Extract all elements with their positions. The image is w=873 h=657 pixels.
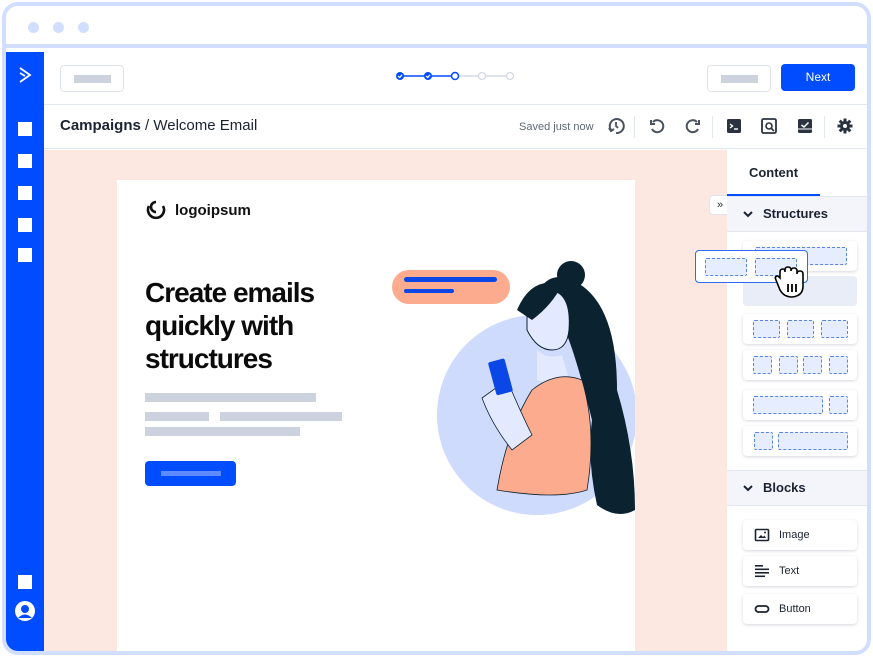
top-toolbar: Next [44, 52, 867, 105]
block-label: Button [779, 603, 811, 615]
button-label-placeholder [74, 75, 111, 83]
woman-with-phone-illustration [392, 261, 635, 515]
image-icon [754, 528, 770, 542]
email-headline[interactable]: Create emails quickly with structures [145, 276, 375, 375]
logo-text: logoipsum [175, 201, 251, 219]
blocks-label: Blocks [763, 480, 806, 495]
sidebar-item-bottom[interactable] [18, 575, 32, 589]
structure-3-column[interactable] [743, 314, 857, 344]
sidebar-item-3[interactable] [18, 186, 32, 200]
text-placeholder-line [145, 427, 300, 436]
step-3-current[interactable] [450, 71, 460, 81]
structure-cell [753, 320, 780, 338]
chevron-down-icon [743, 211, 753, 218]
redo-icon[interactable] [684, 117, 702, 135]
structures-label: Structures [763, 206, 829, 221]
breadcrumb-current: Welcome Email [153, 117, 258, 134]
undo-icon[interactable] [648, 117, 666, 135]
save-status: Saved just now [519, 121, 594, 133]
structure-cell [779, 356, 798, 374]
user-avatar-icon[interactable] [15, 601, 35, 621]
step-1-complete[interactable] [396, 72, 404, 80]
email-preview[interactable]: logoipsum Create emails quickly with str… [117, 180, 635, 651]
window-dot [53, 22, 64, 33]
block-button[interactable]: Button [743, 594, 857, 624]
step-5[interactable] [505, 71, 515, 81]
structure-cell [787, 320, 814, 338]
structure-cell [753, 356, 772, 374]
structure-cell [753, 396, 823, 414]
structure-cell [778, 432, 848, 450]
window-titlebar [6, 6, 867, 48]
cta-label-placeholder [161, 471, 221, 476]
structure-wide-narrow[interactable] [743, 390, 857, 420]
structure-cell [829, 396, 848, 414]
text-placeholder-line [145, 393, 316, 402]
history-icon[interactable] [607, 117, 625, 135]
window-dot [78, 22, 89, 33]
structure-cell [705, 258, 747, 276]
toolbar-divider [712, 116, 713, 138]
sidebar-item-1[interactable] [18, 122, 32, 136]
preview-icon[interactable] [760, 117, 778, 135]
window-dot [28, 22, 39, 33]
structure-narrow-wide[interactable] [743, 426, 857, 456]
text-placeholder-line [220, 412, 342, 421]
progress-stepper [396, 71, 515, 81]
toolbar-divider [824, 116, 825, 138]
email-logo: logoipsum [145, 200, 251, 220]
block-image[interactable]: Image [743, 520, 857, 550]
logoipsum-icon [146, 200, 166, 220]
breadcrumb-campaigns[interactable]: Campaigns [60, 117, 141, 134]
content-panel: Content Structures Blocks Image Text But… [727, 150, 867, 651]
code-icon[interactable] [725, 117, 743, 135]
toolbar-divider [634, 116, 635, 138]
breadcrumb-separator: / [140, 117, 154, 134]
grab-cursor-icon [774, 266, 804, 298]
back-button[interactable] [60, 65, 124, 92]
editor-header: Campaigns / Welcome Email Saved just now [44, 106, 867, 149]
email-cta-button[interactable] [145, 461, 236, 486]
button-shape-icon [754, 605, 770, 613]
block-label: Image [779, 529, 810, 541]
chevron-down-icon [743, 485, 753, 492]
block-label: Text [779, 565, 800, 577]
structure-cell [829, 356, 848, 374]
step-2-complete[interactable] [424, 72, 432, 80]
next-button[interactable]: Next [781, 64, 855, 91]
secondary-action-button[interactable] [707, 65, 771, 92]
structure-cell [803, 356, 822, 374]
structure-4-column[interactable] [743, 350, 857, 380]
email-canvas: logoipsum Create emails quickly with str… [44, 150, 727, 651]
app-window: Next Campaigns / Welcome Email Saved jus… [2, 2, 871, 655]
sidebar [6, 52, 44, 651]
speech-bubble [392, 270, 510, 304]
app-logo-icon[interactable] [16, 66, 34, 84]
text-align-icon [755, 565, 769, 578]
button-label-placeholder [721, 75, 758, 83]
block-text[interactable]: Text [743, 556, 857, 586]
sidebar-item-4[interactable] [18, 218, 32, 232]
text-placeholder-line [145, 412, 209, 421]
tab-content[interactable]: Content [727, 150, 820, 196]
structures-section-header[interactable]: Structures [727, 196, 867, 232]
checklist-icon[interactable] [796, 117, 814, 135]
structure-cell [821, 320, 848, 338]
structure-cell [754, 432, 773, 450]
gear-icon[interactable] [836, 117, 854, 135]
blocks-section-header[interactable]: Blocks [727, 470, 867, 506]
sidebar-item-2[interactable] [18, 154, 32, 168]
step-4[interactable] [477, 71, 487, 81]
sidebar-item-5[interactable] [18, 248, 32, 262]
breadcrumb: Campaigns / Welcome Email [60, 117, 257, 134]
